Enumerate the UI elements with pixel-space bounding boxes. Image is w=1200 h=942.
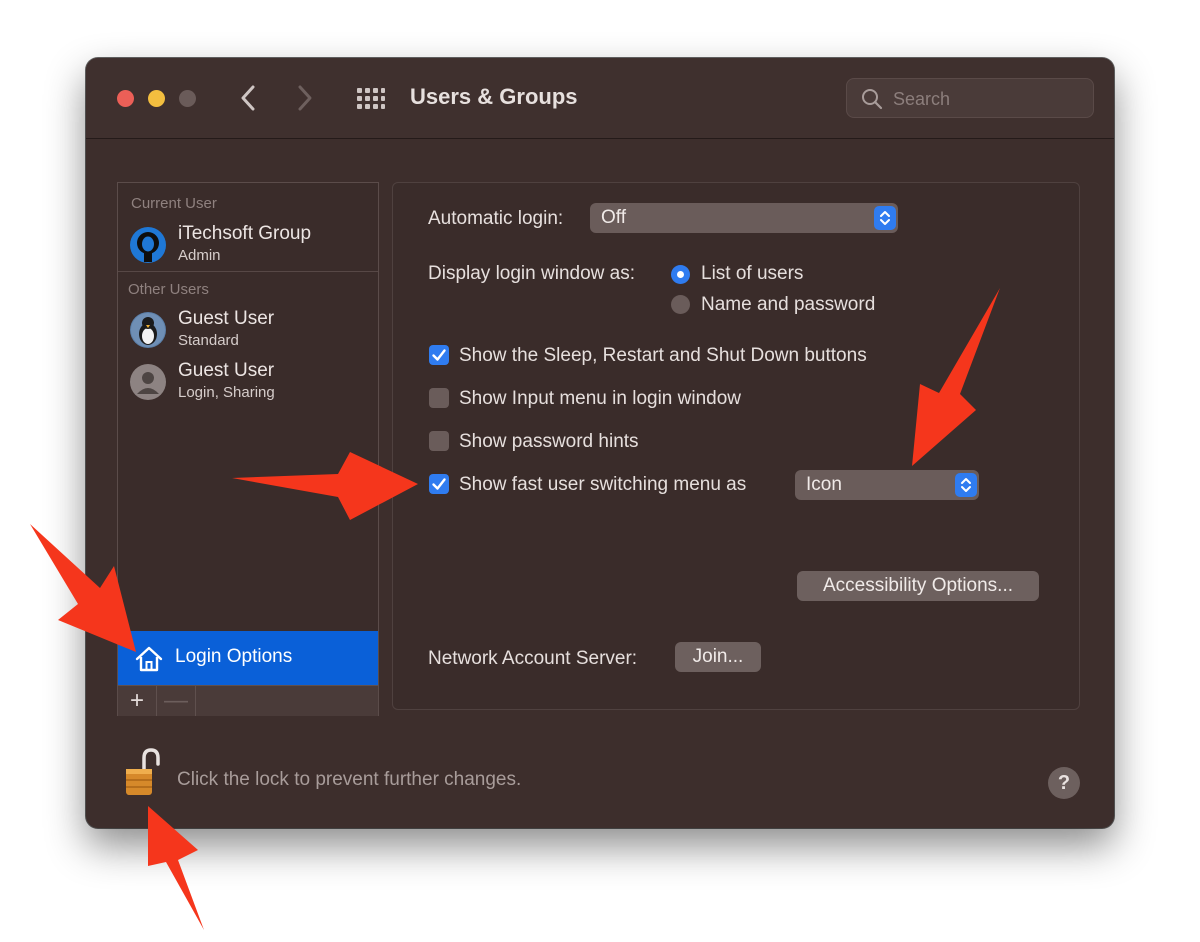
login-options-label: Login Options [175, 646, 293, 667]
other-users-label: Other Users [128, 281, 209, 298]
checkbox-label: Show fast user switching menu as [459, 474, 747, 495]
user-role: Standard [178, 332, 239, 349]
login-options-panel: Automatic login: Off Display login windo… [392, 182, 1080, 710]
stepper-arrows-icon [955, 473, 977, 497]
join-button[interactable]: Join... [675, 642, 761, 672]
open-lock-icon [126, 748, 160, 795]
radio-label: List of users [701, 263, 804, 284]
user-name: iTechsoft Group [178, 223, 312, 244]
automatic-login-value: Off [601, 207, 626, 228]
network-account-server-label: Network Account Server: [428, 648, 638, 669]
user-role: Admin [178, 247, 221, 264]
person-silhouette-icon [130, 364, 166, 400]
search-icon [862, 89, 883, 110]
add-user-button[interactable]: + [118, 686, 157, 716]
grid-icon [357, 88, 385, 109]
close-window-button[interactable] [117, 90, 134, 107]
checkbox-show-sleep-restart-shutdown[interactable] [429, 345, 449, 365]
current-user-label: Current User [131, 195, 217, 212]
automatic-login-label: Automatic login: [428, 208, 564, 229]
sidebar-item-login-options[interactable]: Login Options [118, 631, 378, 685]
house-icon [135, 646, 163, 672]
users-groups-window: Users & Groups Current User iTechsoft Gr… [86, 58, 1114, 828]
lock-button[interactable] [124, 746, 164, 803]
fast-user-switching-value: Icon [806, 474, 842, 495]
automatic-login-popup[interactable]: Off [590, 203, 898, 233]
radio-name-and-password[interactable] [671, 295, 690, 314]
list-action-bar: + — [118, 685, 378, 716]
display-login-window-label: Display login window as: [428, 263, 635, 284]
search-field[interactable] [846, 78, 1094, 118]
stepper-arrows-icon [874, 206, 896, 230]
checkbox-show-input-menu[interactable] [429, 388, 449, 408]
title-bar: Users & Groups [86, 58, 1114, 139]
user-name: Guest User [178, 360, 275, 381]
minimize-window-button[interactable] [148, 90, 165, 107]
user-role: Login, Sharing [178, 384, 275, 401]
divider [118, 271, 378, 272]
checkbox-show-password-hints[interactable] [429, 431, 449, 451]
radio-list-of-users[interactable] [671, 265, 690, 284]
radio-label: Name and password [701, 294, 876, 315]
show-all-button[interactable] [356, 86, 386, 110]
checkmark-icon [432, 478, 446, 490]
zoom-window-button[interactable] [179, 90, 196, 107]
checkbox-label: Show Input menu in login window [459, 388, 742, 409]
forward-button[interactable] [291, 82, 317, 114]
search-input[interactable] [891, 85, 1085, 113]
chevron-right-icon [298, 85, 312, 111]
checkbox-label: Show the Sleep, Restart and Shut Down bu… [459, 345, 867, 366]
user-avatar-icon [130, 227, 166, 263]
chevron-left-icon [241, 85, 255, 111]
checkbox-fast-user-switching[interactable] [429, 474, 449, 494]
checkbox-label: Show password hints [459, 431, 639, 452]
accessibility-options-button[interactable]: Accessibility Options... [797, 571, 1039, 601]
help-button[interactable]: ? [1048, 767, 1080, 799]
checkmark-icon [432, 349, 446, 361]
user-list: Current User iTechsoft Group Admin Other… [117, 182, 379, 716]
remove-user-button[interactable]: — [157, 686, 196, 716]
user-name: Guest User [178, 308, 275, 329]
back-button[interactable] [236, 82, 262, 114]
lock-message: Click the lock to prevent further change… [177, 769, 522, 790]
window-title: Users & Groups [410, 84, 578, 109]
penguin-avatar-icon [130, 312, 166, 348]
fast-user-switching-popup[interactable]: Icon [795, 470, 979, 500]
